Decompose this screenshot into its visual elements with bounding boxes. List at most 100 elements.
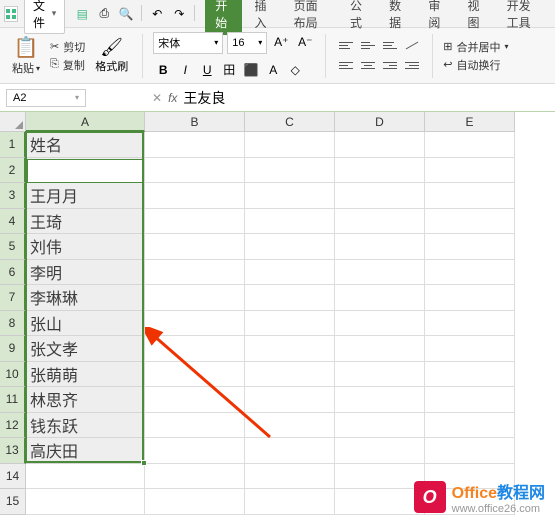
cell-A1[interactable]: 姓名 (26, 132, 145, 158)
cell-A14[interactable] (26, 464, 145, 490)
merge-center-button[interactable]: ⊞ 合并居中 ▾ (443, 39, 508, 55)
formula-content[interactable]: 王友良 (183, 88, 225, 108)
fill-color-button[interactable]: ⬛ (241, 60, 261, 80)
row-header-10[interactable]: 10 (0, 362, 26, 388)
align-left-icon[interactable] (336, 58, 356, 74)
cell-C3[interactable] (245, 183, 335, 209)
tab-dev[interactable]: 开发工具 (497, 0, 551, 37)
row-header-4[interactable]: 4 (0, 209, 26, 235)
cell-E8[interactable] (425, 311, 515, 337)
cell-B9[interactable] (145, 336, 245, 362)
align-right-icon[interactable] (380, 58, 400, 74)
cell-D5[interactable] (335, 234, 425, 260)
preview-icon[interactable]: 🔍 (117, 5, 135, 23)
cell-C10[interactable] (245, 362, 335, 388)
column-header-c[interactable]: C (245, 112, 335, 132)
cell-C4[interactable] (245, 209, 335, 235)
column-header-e[interactable]: E (425, 112, 515, 132)
cell-B4[interactable] (145, 209, 245, 235)
cell-B1[interactable] (145, 132, 245, 158)
cell-C12[interactable] (245, 413, 335, 439)
cell-A15[interactable] (26, 489, 145, 515)
cell-D2[interactable] (335, 158, 425, 184)
align-center-icon[interactable] (358, 58, 378, 74)
cell-A10[interactable]: 张萌萌 (26, 362, 145, 388)
format-painter-button[interactable]: 🖌 格式刷 (91, 35, 132, 76)
cell-D7[interactable] (335, 285, 425, 311)
cell-A4[interactable]: 王琦 (26, 209, 145, 235)
cell-D4[interactable] (335, 209, 425, 235)
row-header-6[interactable]: 6 (0, 260, 26, 286)
cell-D6[interactable] (335, 260, 425, 286)
row-header-9[interactable]: 9 (0, 336, 26, 362)
cut-button[interactable]: ✂ 剪切 (50, 39, 85, 55)
cell-C14[interactable] (245, 464, 335, 490)
select-all-corner[interactable] (0, 112, 26, 132)
cell-A11[interactable]: 林思齐 (26, 387, 145, 413)
cell-E4[interactable] (425, 209, 515, 235)
undo-icon[interactable]: ↶ (148, 5, 166, 23)
cell-D9[interactable] (335, 336, 425, 362)
redo-icon[interactable]: ↷ (170, 5, 188, 23)
cell-D1[interactable] (335, 132, 425, 158)
cell-D3[interactable] (335, 183, 425, 209)
align-top-icon[interactable] (336, 38, 356, 54)
cell-E3[interactable] (425, 183, 515, 209)
cell-E2[interactable] (425, 158, 515, 184)
row-header-8[interactable]: 8 (0, 311, 26, 337)
print-icon[interactable]: ⎙ (95, 5, 113, 23)
cell-E10[interactable] (425, 362, 515, 388)
cell-C11[interactable] (245, 387, 335, 413)
cell-A7[interactable]: 李琳琳 (26, 285, 145, 311)
cell-D14[interactable] (335, 464, 425, 490)
save-icon[interactable]: ▤ (73, 5, 91, 23)
font-name-select[interactable]: 宋体 ▾ (153, 32, 223, 54)
highlight-button[interactable]: ◇ (285, 60, 305, 80)
increase-font-icon[interactable]: A⁺ (271, 32, 291, 52)
cell-A13[interactable]: 高庆田 (26, 438, 145, 464)
border-button[interactable]: 田 (219, 60, 239, 80)
row-header-11[interactable]: 11 (0, 387, 26, 413)
row-header-3[interactable]: 3 (0, 183, 26, 209)
row-header-5[interactable]: 5 (0, 234, 26, 260)
wrap-text-button[interactable]: ↩ 自动换行 (443, 57, 508, 73)
italic-button[interactable]: I (175, 60, 195, 80)
paste-button[interactable]: 📋 粘贴▾ (6, 33, 46, 78)
cancel-icon[interactable]: ✕ (152, 91, 162, 105)
cell-C7[interactable] (245, 285, 335, 311)
decrease-font-icon[interactable]: A⁻ (295, 32, 315, 52)
cell-D8[interactable] (335, 311, 425, 337)
row-header-15[interactable]: 15 (0, 489, 26, 515)
cell-C9[interactable] (245, 336, 335, 362)
cell-A2[interactable]: 王友良 (26, 158, 145, 184)
align-bottom-icon[interactable] (380, 38, 400, 54)
font-color-button[interactable]: A (263, 60, 283, 80)
fx-icon[interactable]: fx (168, 91, 177, 105)
cell-E5[interactable] (425, 234, 515, 260)
cell-C6[interactable] (245, 260, 335, 286)
indent-icon[interactable] (402, 58, 422, 74)
cell-C13[interactable] (245, 438, 335, 464)
row-header-13[interactable]: 13 (0, 438, 26, 464)
cell-E11[interactable] (425, 387, 515, 413)
tab-formula[interactable]: 公式 (340, 0, 377, 37)
cell-B2[interactable] (145, 158, 245, 184)
font-size-select[interactable]: 16 ▾ (227, 32, 267, 54)
cell-B6[interactable] (145, 260, 245, 286)
cell-C2[interactable] (245, 158, 335, 184)
row-header-7[interactable]: 7 (0, 285, 26, 311)
fill-handle[interactable] (141, 460, 147, 466)
cell-E12[interactable] (425, 413, 515, 439)
row-header-1[interactable]: 1 (0, 132, 26, 158)
cell-A6[interactable]: 李明 (26, 260, 145, 286)
cell-E9[interactable] (425, 336, 515, 362)
cell-B5[interactable] (145, 234, 245, 260)
cell-D15[interactable] (335, 489, 425, 515)
cell-D13[interactable] (335, 438, 425, 464)
copy-button[interactable]: ⎘ 复制 (50, 57, 85, 73)
name-box[interactable]: A2 ▾ (6, 89, 86, 107)
column-header-b[interactable]: B (145, 112, 245, 132)
cell-A8[interactable]: 张山 (26, 311, 145, 337)
cell-E1[interactable] (425, 132, 515, 158)
cell-A3[interactable]: 王月月 (26, 183, 145, 209)
